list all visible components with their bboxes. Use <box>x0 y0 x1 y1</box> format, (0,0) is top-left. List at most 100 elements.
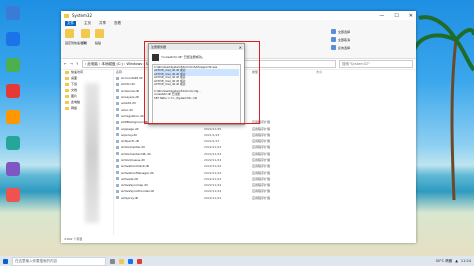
title-bar[interactable]: System32 — ☐ ✕ <box>61 11 416 20</box>
nav-item-label: 下载 <box>71 82 78 86</box>
up-arrow-icon[interactable]: ↑ <box>76 62 79 66</box>
table-row[interactable]: actxprxy.dll 2022/11/24 应用程序扩展 <box>116 195 416 201</box>
taskbar: 在这里输入你要搜索的内容 30°C 晴朗 ▲ 11:24 <box>0 256 474 266</box>
back-arrow-icon[interactable]: ← <box>64 62 67 66</box>
desktop-icon-app-3[interactable] <box>6 110 20 124</box>
start-icon[interactable] <box>3 258 8 264</box>
dll-file-icon <box>116 89 119 93</box>
file-name: ActionCenterCPL.dll <box>121 151 151 156</box>
app-taskbar-icon[interactable] <box>137 258 142 264</box>
dll-file-icon <box>116 127 119 131</box>
file-name-cell: ActionCenter.dll <box>116 145 204 149</box>
file-type-cell: 应用程序扩展 <box>252 126 271 131</box>
file-name: ActiveSyncCsp.dll <box>121 183 148 188</box>
tab-file[interactable]: 文件 <box>65 21 76 26</box>
desktop-icon-edge[interactable] <box>6 32 20 46</box>
file-name: acledit.dll <box>121 101 136 106</box>
file-name: ActiveSyncProvider.dll <box>121 189 155 194</box>
dll-file-icon <box>116 189 119 193</box>
dll-file-icon <box>116 145 119 149</box>
tab-view[interactable]: 查看 <box>114 21 121 26</box>
file-date-cell: 2022/11/24 <box>204 145 222 150</box>
tab-home[interactable]: 主页 <box>84 21 91 26</box>
dll-file-icon <box>116 82 119 86</box>
file-name: acppage.dll <box>121 126 139 131</box>
folder-icon <box>65 76 69 80</box>
file-name: ActionQueue.dll <box>121 158 145 162</box>
paste-button[interactable]: 粘贴 <box>95 41 104 45</box>
desktop-icon-app-6[interactable] <box>6 188 20 202</box>
dll-file-icon <box>116 108 119 112</box>
file-date-cell: 2022/11/24 <box>204 170 222 175</box>
weather-text[interactable]: 30°C 晴朗 <box>435 259 452 264</box>
file-explorer-taskbar-icon[interactable] <box>119 258 124 264</box>
maximize-button[interactable]: ☐ <box>394 13 398 19</box>
dll-file-icon <box>116 120 119 124</box>
desktop-icon-app-4[interactable] <box>6 136 20 150</box>
file-type-cell: 应用程序扩展 <box>252 195 271 200</box>
dll-file-icon <box>116 183 119 187</box>
file-date-cell: 2022/11/24 <box>204 151 222 156</box>
file-date-cell: 2021/1/23 <box>204 132 220 137</box>
dll-file-icon <box>116 164 119 168</box>
highlight-box <box>144 41 260 124</box>
dll-file-icon <box>116 76 119 80</box>
file-name-cell: ActionQueue.dll <box>116 158 204 162</box>
file-name-cell: ActivationClient.dll <box>116 164 204 168</box>
select-none-button[interactable]: 全部取消 <box>331 37 350 42</box>
file-date-cell: 2022/1/27 <box>204 139 220 144</box>
file-date-cell: 2022/11/24 <box>204 195 222 200</box>
palm-tree-decoration <box>414 15 474 200</box>
desktop-icon-recycle[interactable] <box>6 6 20 20</box>
computer-icon <box>65 100 69 104</box>
desktop-icon-app-5[interactable] <box>6 162 20 176</box>
file-type-cell: 应用程序扩展 <box>252 151 271 156</box>
file-name: ACCtrl.dll <box>121 82 135 87</box>
close-button[interactable]: ✕ <box>409 13 413 19</box>
copy-button[interactable]: 复制 <box>81 41 90 45</box>
minimize-button[interactable]: — <box>379 13 384 19</box>
file-name-cell: ActivationManager.dll <box>116 171 204 175</box>
desktop-icon-app[interactable] <box>6 58 20 72</box>
search-input[interactable]: 搜索"System32" <box>339 60 413 68</box>
file-name: acproxy.dll <box>121 132 137 137</box>
task-view-icon[interactable] <box>110 258 115 264</box>
invert-selection-button[interactable]: 反向选择 <box>331 45 350 50</box>
select-all-label: 全部选择 <box>338 29 351 34</box>
desktop-icon-app-2[interactable] <box>6 84 20 98</box>
folder-icon <box>65 82 69 86</box>
status-bar: 4,802 个项目 <box>61 235 419 243</box>
dll-file-icon <box>116 101 119 105</box>
tab-share[interactable]: 共享 <box>99 21 106 26</box>
dll-file-icon <box>116 152 119 156</box>
invert-selection-icon <box>331 45 336 50</box>
file-type-cell: 应用程序扩展 <box>252 176 271 181</box>
file-name: ActionCenter.dll <box>121 145 145 150</box>
file-date-cell: 2022/11/24 <box>204 189 222 194</box>
file-type-cell: 应用程序扩展 <box>252 132 271 137</box>
file-name-cell: ActiveSyncCsp.dll <box>116 183 204 187</box>
file-name: AcLayers.dll <box>121 95 140 100</box>
forward-arrow-icon[interactable]: → <box>70 62 73 66</box>
file-name: AccountsRt.dll <box>121 76 143 81</box>
file-name-cell: AcSpecfc.dll <box>116 139 204 143</box>
taskbar-search-input[interactable]: 在这里输入你要搜索的内容 <box>12 256 106 266</box>
edge-taskbar-icon[interactable] <box>128 258 133 264</box>
column-size[interactable]: 大小 <box>292 70 322 74</box>
nav-item-label: 快速访问 <box>71 70 84 74</box>
folder-icon <box>64 13 69 18</box>
file-type-cell: 应用程序扩展 <box>252 170 271 175</box>
nav-item-label: 网络 <box>71 106 78 110</box>
file-type-cell: 应用程序扩展 <box>252 183 271 188</box>
nav-item-label: 桌面 <box>71 76 78 80</box>
folder-icon <box>65 88 69 92</box>
select-all-button[interactable]: 全部选择 <box>331 29 350 34</box>
dll-file-icon <box>116 95 119 99</box>
network-icon[interactable]: ▲ <box>455 259 458 263</box>
nav-item-label: 文档 <box>71 88 78 92</box>
select-none-label: 全部取消 <box>338 37 351 42</box>
dll-file-icon <box>116 139 119 143</box>
clock[interactable]: 11:24 <box>461 259 471 263</box>
file-name: aclui.dll <box>121 107 133 112</box>
system-tray: 30°C 晴朗 ▲ 11:24 <box>435 259 471 264</box>
